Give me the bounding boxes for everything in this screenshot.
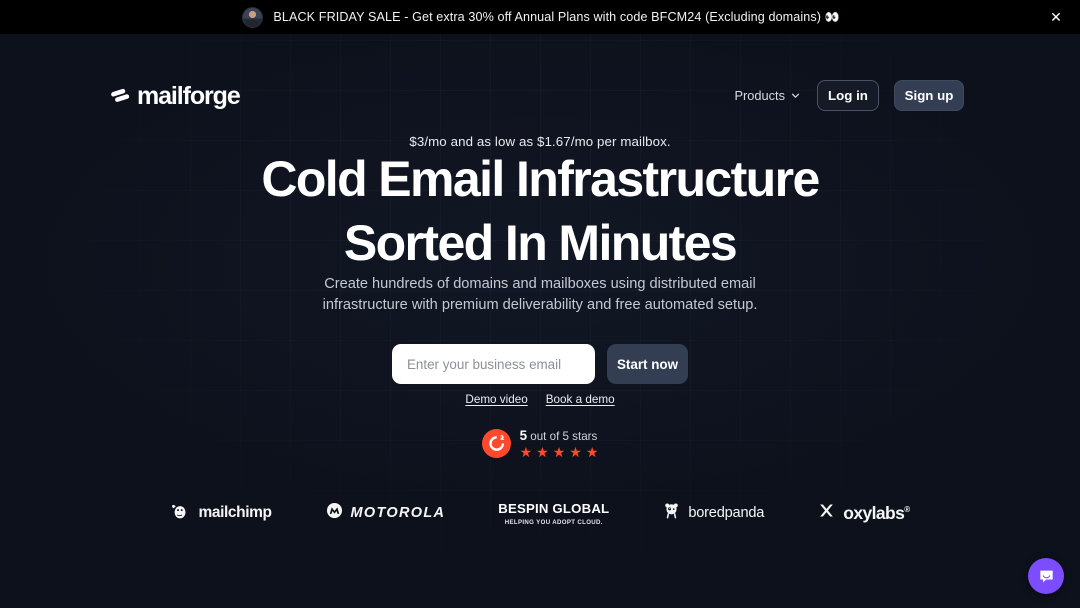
hero-subtitle: Create hundreds of domains and mailboxes… (0, 274, 1080, 315)
brand-mailchimp: mailchimp (170, 500, 272, 526)
registered-mark: ® (904, 504, 910, 514)
close-banner-button[interactable]: ✕ (1046, 7, 1066, 27)
star-icon: ★ (536, 444, 549, 460)
login-button[interactable]: Log in (817, 80, 879, 111)
rating-details: 5 out of 5 stars ★ ★ ★ ★ ★ (520, 428, 599, 459)
email-input[interactable] (392, 344, 595, 384)
primary-nav: Products Log in Sign up (732, 80, 964, 111)
brand-bespin-global: BESPIN GLOBAL HELPING YOU ADOPT CLOUD. (498, 501, 609, 526)
announcement-message: BLACK FRIDAY SALE - Get extra 30% off An… (273, 10, 822, 24)
mailforge-mark-icon (108, 85, 132, 109)
star-icon: ★ (519, 444, 533, 460)
intercom-chat-icon (1039, 570, 1053, 582)
star-icon: ★ (552, 444, 566, 460)
intercom-chat-button[interactable] (1028, 558, 1064, 594)
hero-section: mailforge Products Log in Sign up $3/mo … (0, 34, 1080, 608)
rating-stars: ★ ★ ★ ★ ★ (520, 445, 599, 459)
brand-motorola: MOTOROLA (325, 501, 446, 525)
hero-eyebrow: $3/mo and as low as $1.67/mo per mailbox… (409, 134, 671, 149)
g2-rating: 5 out of 5 stars ★ ★ ★ ★ ★ (0, 428, 1080, 459)
star-icon: ★ (569, 444, 582, 460)
brand-bespin-tagline: HELPING YOU ADOPT CLOUD. (504, 518, 603, 526)
start-now-button[interactable]: Start now (607, 344, 688, 384)
site-header: mailforge Products Log in Sign up (0, 34, 1080, 111)
subtitle-line-2: infrastructure with premium deliverabili… (322, 296, 758, 313)
brand-boredpanda-label: boredpanda (688, 505, 765, 521)
rating-score-text: 5 out of 5 stars (520, 428, 599, 443)
book-a-demo-link[interactable]: Book a demo (546, 393, 615, 406)
brand-bespin-label: BESPIN GLOBAL (498, 500, 610, 516)
rating-score: 5 (519, 428, 528, 443)
brand-logo-text: mailforge (137, 82, 241, 110)
announcement-text: BLACK FRIDAY SALE - Get extra 30% off An… (273, 10, 840, 24)
nav-products[interactable]: Products (732, 82, 802, 109)
rating-suffix: out of 5 stars (530, 430, 598, 443)
page-title: Cold Email Infrastructure Sorted In Minu… (0, 154, 1080, 268)
brand-boredpanda: boredpanda (662, 501, 764, 525)
signup-form: Start now (0, 344, 1080, 384)
oxylabs-logo-icon (817, 501, 836, 525)
subtitle-line-1: Create hundreds of domains and mailboxes… (324, 276, 756, 292)
hero-secondary-links: Demo video Book a demo (0, 393, 1080, 406)
chevron-down-icon (791, 93, 800, 98)
signup-button[interactable]: Sign up (894, 80, 964, 111)
eyes-emoji-icon: 👀 (824, 10, 840, 24)
boredpanda-logo-icon (662, 501, 681, 525)
motorola-logo-icon (325, 501, 344, 525)
brand-motorola-label: MOTOROLA (350, 505, 446, 521)
nav-products-label: Products (734, 88, 785, 103)
brand-oxylabs-label: oxylabs® (843, 502, 910, 523)
brand-mailchimp-label: mailchimp (198, 504, 272, 521)
headline-line-2: Sorted In Minutes (343, 215, 738, 271)
announcement-content: BLACK FRIDAY SALE - Get extra 30% off An… (242, 6, 840, 28)
user-avatar-icon (242, 6, 264, 28)
star-icon: ★ (585, 444, 599, 460)
brand-oxylabs: oxylabs® (817, 501, 910, 525)
g2-logo-icon (481, 429, 511, 458)
customer-logos: mailchimp MOTOROLA BESPIN GLOBAL HELPING… (0, 500, 1080, 526)
brand-logo[interactable]: mailforge (108, 82, 241, 111)
demo-video-link[interactable]: Demo video (465, 393, 527, 406)
announcement-banner: BLACK FRIDAY SALE - Get extra 30% off An… (0, 0, 1080, 34)
headline-line-1: Cold Email Infrastructure (261, 151, 820, 207)
mailchimp-logo-icon (170, 500, 191, 526)
